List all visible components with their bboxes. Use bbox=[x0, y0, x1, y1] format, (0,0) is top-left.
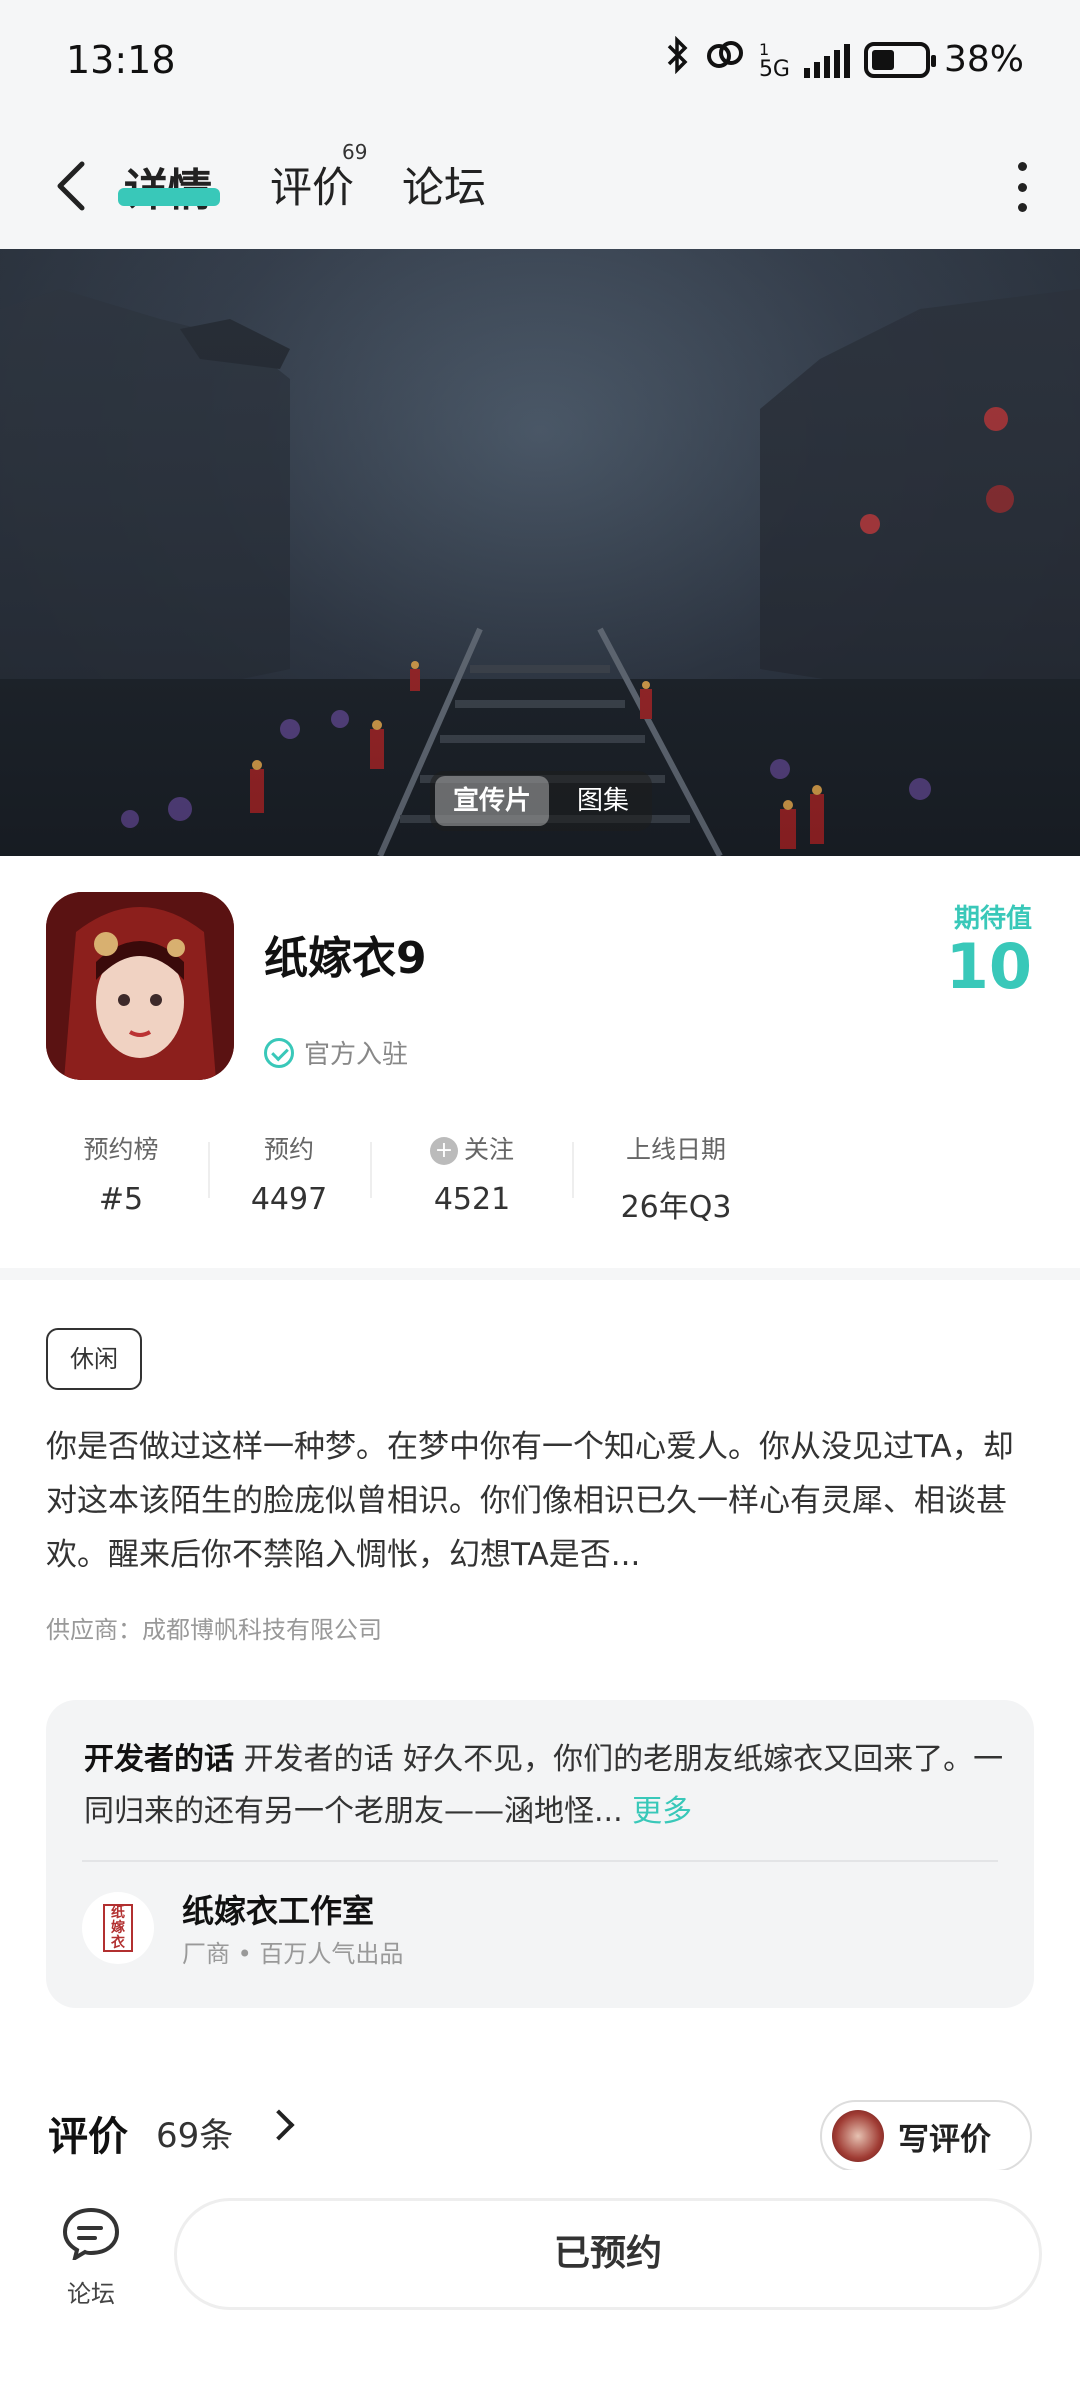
stat-follows[interactable]: + 关注 4521 bbox=[412, 1130, 532, 1217]
developer-note[interactable]: 开发者的话 开发者的话 好久不见，你们的老朋友纸嫁衣又回来了。一同归来的还有另一… bbox=[46, 1700, 1034, 2008]
developer-note-text: 开发者的话 开发者的话 好久不见，你们的老朋友纸嫁衣又回来了。一同归来的还有另一… bbox=[84, 1734, 1004, 1838]
official-badge: 官方入驻 bbox=[264, 1034, 408, 1071]
game-title: 纸嫁衣9 bbox=[264, 933, 427, 984]
stats-row: 预约榜 #5 预约 4497 + 关注 4521 上线日期 26年Q3 bbox=[0, 1130, 1080, 1240]
more-link[interactable]: 更多 bbox=[632, 1794, 692, 1829]
forum-button[interactable]: 论坛 bbox=[56, 2206, 126, 2309]
forum-label: 论坛 bbox=[67, 2280, 115, 2308]
stat-label: 关注 bbox=[463, 1135, 514, 1164]
back-button[interactable] bbox=[52, 156, 92, 216]
more-dot-icon bbox=[1017, 162, 1027, 171]
divider bbox=[208, 1142, 210, 1198]
game-icon bbox=[46, 892, 234, 1080]
status-icons: 1 5G 38% bbox=[665, 35, 1024, 83]
active-tab-indicator bbox=[118, 188, 220, 206]
promo-banner[interactable]: 宣传片 图集 bbox=[0, 249, 1080, 856]
stat-value: 4497 bbox=[250, 1182, 328, 1217]
chevron-left-icon bbox=[57, 161, 85, 211]
user-avatar bbox=[832, 2110, 884, 2162]
bottom-bar: 论坛 已预约 bbox=[0, 2170, 1080, 2382]
description-text[interactable]: 你是否做过这样一种梦。在梦中你有一个知心爱人。你从没见过TA，却对这本该陌生的脸… bbox=[46, 1420, 1026, 1582]
banner-artwork bbox=[0, 249, 1080, 856]
battery-icon bbox=[863, 41, 936, 78]
stat-label: 预约榜 bbox=[83, 1135, 159, 1164]
battery-percent: 38% bbox=[943, 39, 1024, 80]
official-label: 官方入驻 bbox=[304, 1040, 409, 1070]
status-bar: 13:18 1 5G 38% bbox=[0, 0, 1080, 124]
studio-subtitle: 厂商 • 百万人气出品 bbox=[182, 1940, 404, 1968]
studio-logo-text: 纸嫁衣 bbox=[103, 1904, 133, 1952]
stat-label: 上线日期 bbox=[625, 1135, 726, 1164]
status-time: 13:18 bbox=[66, 38, 176, 82]
stat-value: 26年Q3 bbox=[620, 1190, 732, 1225]
write-review-button[interactable]: 写评价 bbox=[820, 2100, 1032, 2172]
link-icon bbox=[705, 36, 745, 83]
tab-forum[interactable]: 论坛 bbox=[402, 154, 486, 215]
forum-chat-icon bbox=[61, 2206, 121, 2263]
media-toggle: 宣传片 图集 bbox=[430, 771, 652, 831]
verified-check-icon bbox=[264, 1037, 294, 1068]
divider bbox=[370, 1142, 372, 1198]
write-review-label: 写评价 bbox=[898, 2121, 991, 2158]
reviews-count[interactable]: 69条 bbox=[156, 2108, 233, 2157]
signal-icon bbox=[803, 42, 850, 78]
tab-details[interactable]: 详情 bbox=[124, 154, 212, 218]
stat-value: #5 bbox=[98, 1182, 144, 1217]
stat-label: 预约 bbox=[263, 1135, 314, 1164]
stat-release-date: 上线日期 26年Q3 bbox=[606, 1130, 746, 1226]
reviews-section: 评价 69条 写评价 bbox=[0, 2050, 1080, 2172]
game-info-card: 纸嫁衣9 官方入驻 期待值 10 预约榜 #5 预约 4497 + 关注 4521… bbox=[0, 856, 1080, 1268]
genre-tag[interactable]: 休闲 bbox=[46, 1328, 142, 1390]
top-nav: 详情 评价 论坛 bbox=[0, 124, 1080, 249]
reviews-count-badge: 69 bbox=[342, 140, 368, 164]
divider bbox=[572, 1142, 574, 1198]
vendor-text: 供应商：成都博帆科技有限公司 bbox=[46, 1616, 382, 1644]
expectation-value: 10 bbox=[945, 930, 1032, 1003]
reserve-button[interactable]: 已预约 bbox=[174, 2198, 1042, 2310]
more-menu-button[interactable] bbox=[1016, 162, 1028, 212]
network-type: 5G bbox=[758, 56, 790, 82]
studio-logo[interactable]: 纸嫁衣 bbox=[82, 1892, 154, 1964]
chevron-right-icon[interactable] bbox=[263, 2109, 295, 2141]
bluetooth-icon bbox=[665, 35, 691, 83]
stat-reservations: 预约 4497 bbox=[244, 1130, 334, 1217]
divider bbox=[82, 1860, 998, 1862]
toggle-gallery[interactable]: 图集 bbox=[559, 776, 647, 826]
description-card: 休闲 你是否做过这样一种梦。在梦中你有一个知心爱人。你从没见过TA，却对这本该陌… bbox=[0, 1280, 1080, 2050]
reviews-title[interactable]: 评价 bbox=[48, 2104, 128, 2162]
stat-rank[interactable]: 预约榜 #5 bbox=[76, 1130, 166, 1217]
stat-value: 4521 bbox=[433, 1182, 511, 1217]
studio-name[interactable]: 纸嫁衣工作室 bbox=[182, 1886, 374, 1932]
heart-icon: + bbox=[429, 1137, 458, 1165]
developer-note-heading: 开发者的话 bbox=[84, 1742, 234, 1777]
toggle-video[interactable]: 宣传片 bbox=[435, 776, 549, 826]
